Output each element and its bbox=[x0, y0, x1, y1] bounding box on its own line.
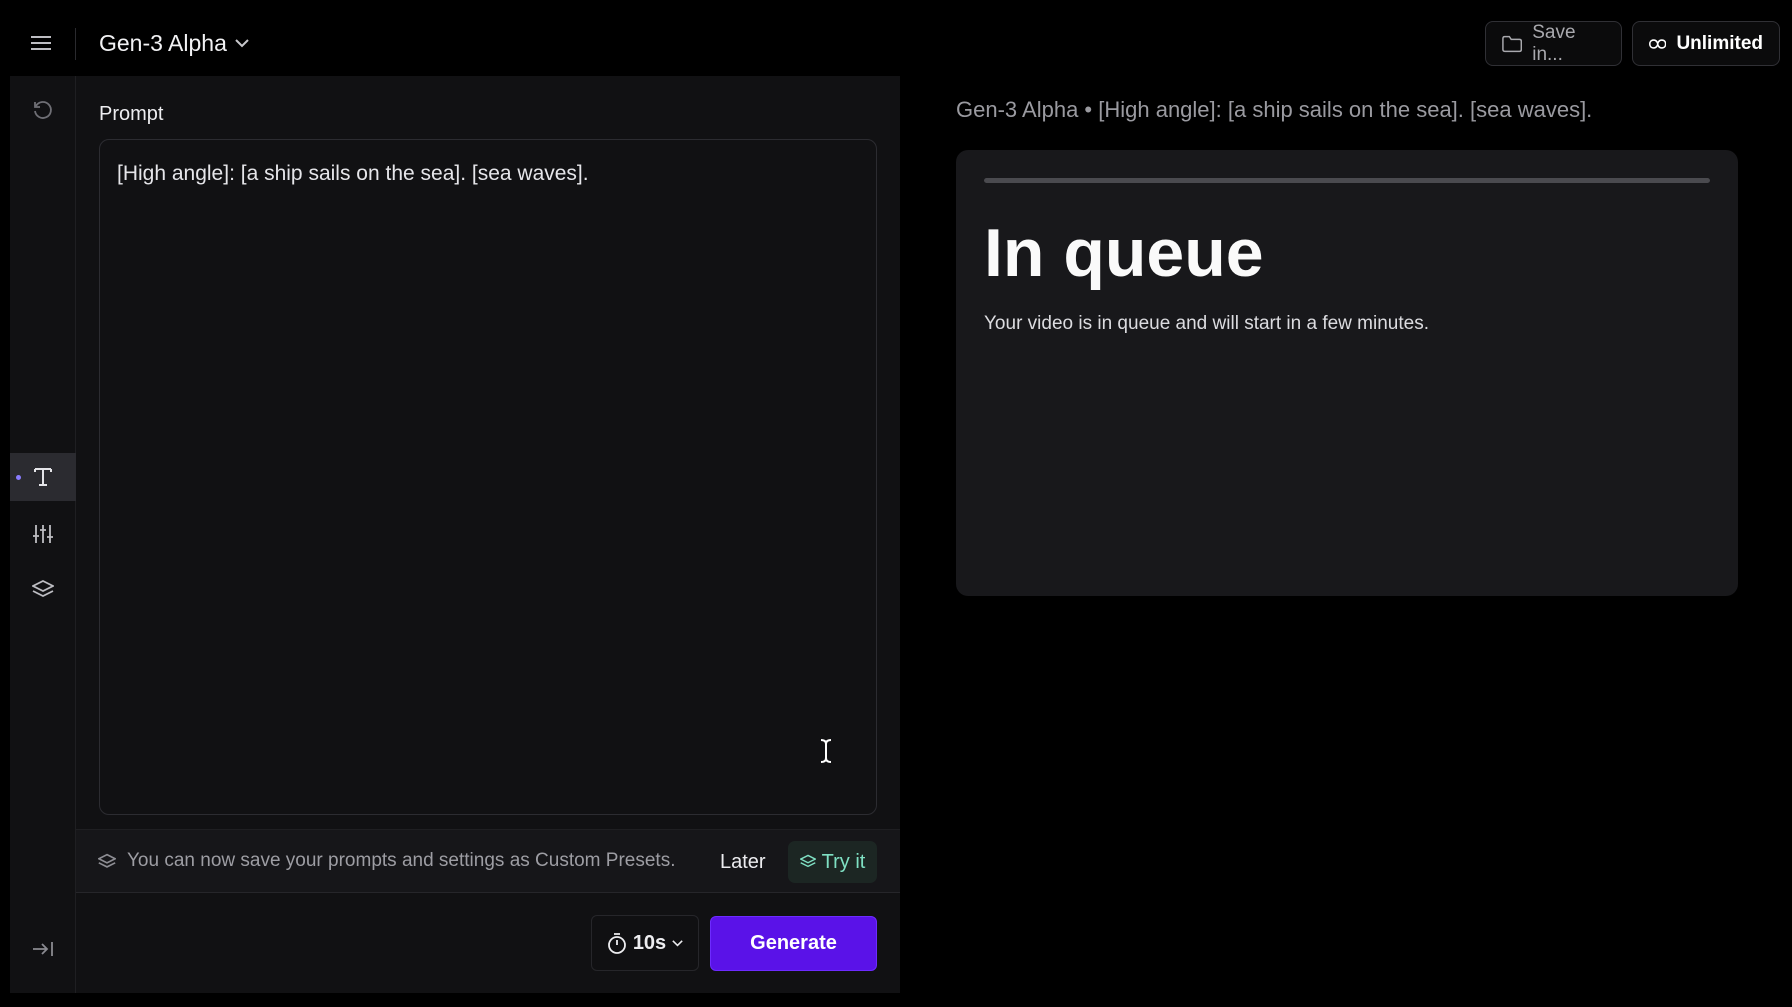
menu-button[interactable] bbox=[24, 26, 58, 60]
history-icon bbox=[34, 101, 52, 119]
layers-icon bbox=[799, 854, 816, 868]
history-button[interactable] bbox=[10, 86, 76, 134]
folder-icon bbox=[1502, 35, 1523, 52]
generate-button[interactable]: Generate bbox=[710, 916, 877, 971]
topbar-divider bbox=[75, 28, 76, 60]
layers-icon bbox=[98, 853, 116, 868]
hamburger-icon bbox=[31, 36, 51, 50]
queue-status-card: In queue Your video is in queue and will… bbox=[956, 150, 1738, 596]
chevron-down-icon bbox=[672, 939, 683, 947]
save-in-button[interactable]: Save in... bbox=[1485, 21, 1622, 66]
queue-progress-fill bbox=[984, 178, 1710, 183]
generate-label: Generate bbox=[750, 932, 837, 954]
duration-value: 10s bbox=[632, 931, 667, 954]
layers-icon bbox=[32, 579, 54, 598]
collapse-icon bbox=[33, 942, 53, 956]
top-bar: Gen-3 Alpha Save in... Unlimited bbox=[0, 0, 1792, 76]
queue-status-message: Your video is in queue and will start in… bbox=[984, 313, 1429, 334]
settings-button[interactable] bbox=[10, 510, 76, 558]
save-in-label: Save in... bbox=[1532, 21, 1576, 65]
try-it-button[interactable]: Try it bbox=[788, 841, 877, 883]
later-label: Later bbox=[720, 850, 766, 873]
later-button[interactable]: Later bbox=[710, 842, 776, 882]
text-icon bbox=[34, 468, 52, 486]
tool-sidebar bbox=[10, 76, 76, 993]
model-name: Gen-3 Alpha bbox=[99, 29, 227, 56]
duration-select[interactable]: 10s bbox=[591, 915, 699, 971]
prompt-input[interactable]: [High angle]: [a ship sails on the sea].… bbox=[99, 139, 877, 815]
prompt-label: Prompt bbox=[99, 103, 164, 125]
text-mode-button[interactable] bbox=[10, 453, 76, 501]
output-title: Gen-3 Alpha • [High angle]: [a ship sail… bbox=[956, 97, 1593, 122]
presets-button[interactable] bbox=[10, 566, 76, 614]
prompt-panel: Prompt [High angle]: [a ship sails on th… bbox=[76, 76, 900, 993]
collapse-panel-button[interactable] bbox=[10, 925, 76, 973]
unlimited-plan-button[interactable]: Unlimited bbox=[1632, 21, 1780, 66]
active-indicator bbox=[16, 475, 21, 480]
chevron-down-icon bbox=[235, 38, 249, 47]
queue-progress-bar bbox=[984, 178, 1710, 183]
queue-status-heading: In queue bbox=[984, 215, 1264, 291]
infinity-icon bbox=[1649, 38, 1667, 49]
model-selector[interactable]: Gen-3 Alpha bbox=[99, 26, 249, 60]
text-cursor-icon bbox=[820, 739, 832, 763]
unlimited-label: Unlimited bbox=[1676, 32, 1763, 54]
stopwatch-icon bbox=[607, 933, 626, 954]
prompt-text: [High angle]: [a ship sails on the sea].… bbox=[117, 162, 589, 185]
presets-notice-text: You can now save your prompts and settin… bbox=[127, 850, 676, 871]
try-it-label: Try it bbox=[821, 850, 866, 873]
custom-presets-notice: You can now save your prompts and settin… bbox=[76, 829, 900, 893]
sliders-icon bbox=[33, 525, 53, 543]
